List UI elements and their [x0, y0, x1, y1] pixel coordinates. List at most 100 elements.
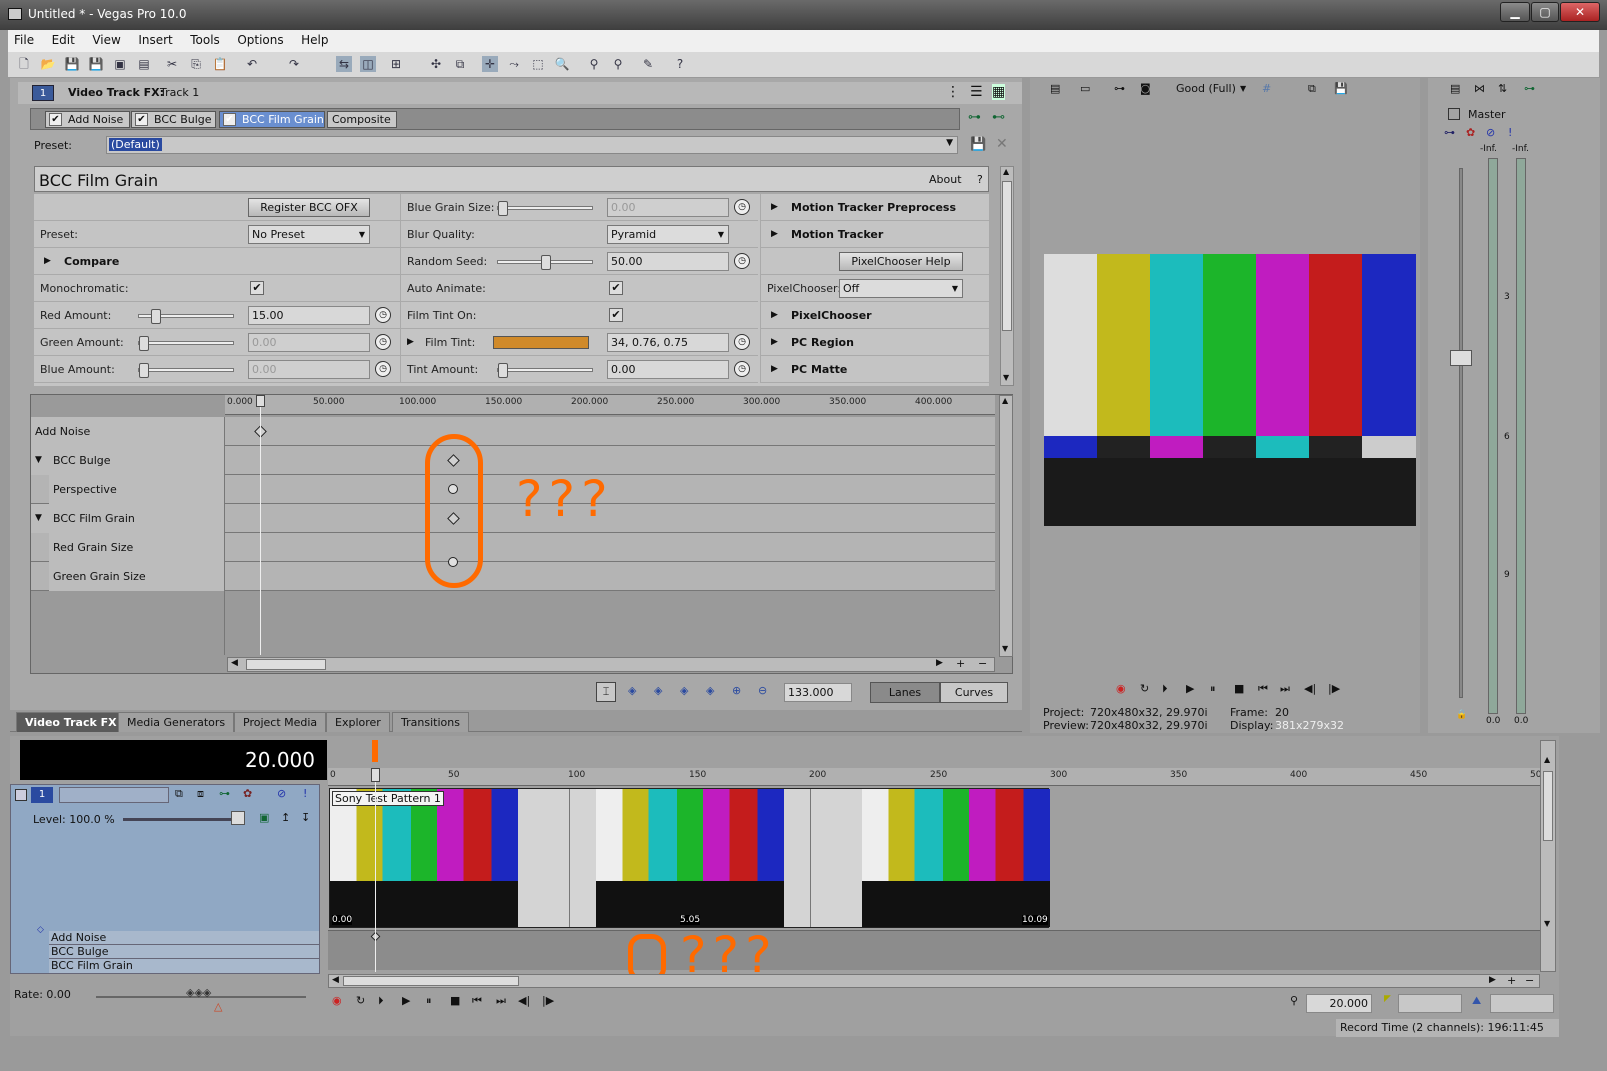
fx-chip-bcc-bulge[interactable]: ✔ BCC Bulge: [131, 111, 216, 128]
play-from-start-icon[interactable]: ⏵: [378, 994, 384, 1008]
clock-icon[interactable]: ◷: [375, 307, 391, 323]
scroll-thumb[interactable]: [343, 976, 519, 986]
track-name-input[interactable]: [59, 787, 169, 803]
params-scrollbar[interactable]: ▲ ▼: [1000, 166, 1014, 386]
pixelchooser-group[interactable]: PixelChooser: [760, 302, 989, 329]
stop-icon[interactable]: ■: [450, 994, 460, 1007]
about-link[interactable]: About: [929, 173, 962, 186]
prev-keyframe-icon[interactable]: ◈: [654, 684, 662, 697]
close-button[interactable]: ✕: [1560, 2, 1600, 22]
tab-media-generators[interactable]: Media Generators: [118, 712, 235, 732]
copy-icon[interactable]: ⎘: [188, 56, 204, 72]
fx-chip-bcc-film-grain[interactable]: ✔ BCC Film Grain: [219, 111, 325, 128]
lock-icon[interactable]: 🔒: [1456, 710, 1467, 720]
track-minimize-icon[interactable]: [15, 789, 27, 801]
cut-icon[interactable]: ✂: [164, 56, 180, 72]
solo-icon[interactable]: !: [1508, 126, 1512, 139]
master-fx-chain-icon[interactable]: ⊶: [1444, 126, 1455, 139]
clock-icon[interactable]: ◷: [734, 199, 750, 215]
slider-thumb[interactable]: [498, 363, 508, 378]
play-icon[interactable]: ▶: [402, 994, 410, 1007]
level-slider-thumb[interactable]: [231, 811, 245, 825]
time-counter[interactable]: 20.000: [20, 740, 327, 780]
pause-icon[interactable]: ⏸: [1210, 682, 1216, 696]
preset-dropdown[interactable]: (Default) ▼: [106, 136, 958, 154]
split-screen-icon[interactable]: ⊶: [1114, 82, 1125, 95]
video-event-clip[interactable]: Sony Test Pattern 1 0.00 5.05 10.09: [329, 788, 1050, 928]
pause-icon[interactable]: ⏸: [426, 994, 432, 1008]
fx-chain-icon[interactable]: ⊶: [968, 110, 981, 125]
go-to-start-icon[interactable]: ⏮: [1258, 682, 1268, 696]
scroll-thumb[interactable]: [1002, 181, 1012, 331]
properties-icon[interactable]: ▤: [136, 56, 152, 72]
scroll-left-icon[interactable]: ◀: [332, 975, 339, 985]
scroll-up-icon[interactable]: ▲: [1003, 167, 1009, 176]
blue-amount-input[interactable]: 0.00: [248, 360, 370, 379]
level-slider[interactable]: [123, 818, 243, 821]
red-amount-slider[interactable]: [138, 309, 234, 324]
register-bcc-ofx-button[interactable]: Register BCC OFX: [248, 198, 370, 217]
selection-tool-icon[interactable]: ⬚: [530, 56, 546, 72]
next-frame-icon[interactable]: |▶: [542, 994, 554, 1007]
master-fx-icon[interactable]: ⊶: [1524, 82, 1535, 95]
zoom-in-icon[interactable]: +: [956, 657, 965, 670]
film-tint-input[interactable]: 34, 0.76, 0.75: [607, 333, 729, 352]
composite-mode-icon[interactable]: ⧈: [197, 787, 204, 801]
go-to-start-icon[interactable]: ⏮: [472, 994, 482, 1008]
record-icon[interactable]: ◉: [332, 994, 342, 1007]
cursor-position-input[interactable]: 20.000: [1306, 994, 1372, 1013]
clock-icon[interactable]: ◷: [375, 361, 391, 377]
preview-quality-select[interactable]: Good (Full): [1176, 82, 1236, 95]
clock-icon[interactable]: ◷: [734, 361, 750, 377]
overlays-icon[interactable]: ◙: [1140, 82, 1151, 95]
tint-amount-slider[interactable]: [497, 363, 593, 378]
mute-icon[interactable]: ⊘: [277, 787, 286, 800]
tab-project-media[interactable]: Project Media: [234, 712, 327, 732]
open-folder-icon[interactable]: 📂: [40, 56, 56, 72]
external-monitor-icon[interactable]: ▭: [1080, 82, 1090, 95]
film-tint-swatch[interactable]: [493, 336, 589, 349]
save-snapshot-icon[interactable]: 💾: [1334, 82, 1348, 95]
solo-icon[interactable]: !: [303, 787, 307, 800]
fx-chip-add-noise[interactable]: ✔ Add Noise: [45, 111, 130, 128]
loop-icon[interactable]: ↻: [356, 994, 365, 1007]
timeline-h-scrollbar[interactable]: ◀ ▶ + −: [328, 974, 1540, 988]
paste-icon[interactable]: 📋: [212, 56, 228, 72]
slider-thumb[interactable]: [541, 255, 551, 270]
rate-reset-icon[interactable]: △: [214, 1000, 222, 1013]
save-icon[interactable]: 💾: [64, 56, 80, 72]
stop-icon[interactable]: ■: [1234, 682, 1244, 695]
monochromatic-checkbox[interactable]: ✔: [250, 281, 264, 295]
timeline-cursor-handle[interactable]: [371, 768, 380, 782]
random-seed-slider[interactable]: [497, 255, 593, 270]
rate-slider-thumb-icon[interactable]: ◈◈◈: [186, 986, 211, 999]
menu-view[interactable]: View: [86, 30, 128, 47]
sync-cursor-icon[interactable]: ⌶: [596, 682, 616, 702]
pc-region-group[interactable]: PC Region: [760, 329, 989, 356]
fx-chip-composite[interactable]: Composite: [327, 111, 397, 128]
auto-animate-checkbox[interactable]: ✔: [609, 281, 623, 295]
undo-icon[interactable]: ↶: [244, 56, 260, 72]
marker-icon[interactable]: ⚲: [586, 56, 602, 72]
scroll-left-icon[interactable]: ◀: [231, 658, 238, 668]
red-amount-input[interactable]: 15.00: [248, 306, 370, 325]
delete-keyframe-icon[interactable]: ⊖: [758, 684, 767, 697]
curves-button[interactable]: Curves: [940, 682, 1008, 703]
grid-view-icon[interactable]: ▦: [992, 84, 1006, 100]
zoom-out-icon[interactable]: −: [978, 657, 987, 670]
keyframe-v-scrollbar[interactable]: ▲ ▼: [999, 395, 1013, 657]
timeline-ruler[interactable]: 0 50 100 150 200 250 300 350 400 450 50: [328, 768, 1541, 786]
snapping-icon[interactable]: ⊞: [388, 56, 404, 72]
selection-length-input[interactable]: [1490, 994, 1554, 1013]
pixelchooser-help-button[interactable]: PixelChooser Help: [839, 252, 963, 271]
selection-start-input[interactable]: [1398, 994, 1462, 1013]
scroll-right-icon[interactable]: ▶: [1489, 975, 1496, 985]
slider-thumb[interactable]: [151, 309, 161, 324]
keyframe-time-input[interactable]: 133.000: [784, 683, 852, 702]
checkbox-icon[interactable]: ✔: [135, 113, 148, 126]
checkbox-icon[interactable]: ✔: [223, 113, 236, 126]
auto-crossfade-icon[interactable]: ✣: [428, 56, 444, 72]
collapse-arrow-icon[interactable]: ▼: [35, 504, 42, 533]
track-motion-icon[interactable]: ⧉: [175, 787, 183, 801]
maximize-button[interactable]: ▢: [1531, 2, 1559, 22]
